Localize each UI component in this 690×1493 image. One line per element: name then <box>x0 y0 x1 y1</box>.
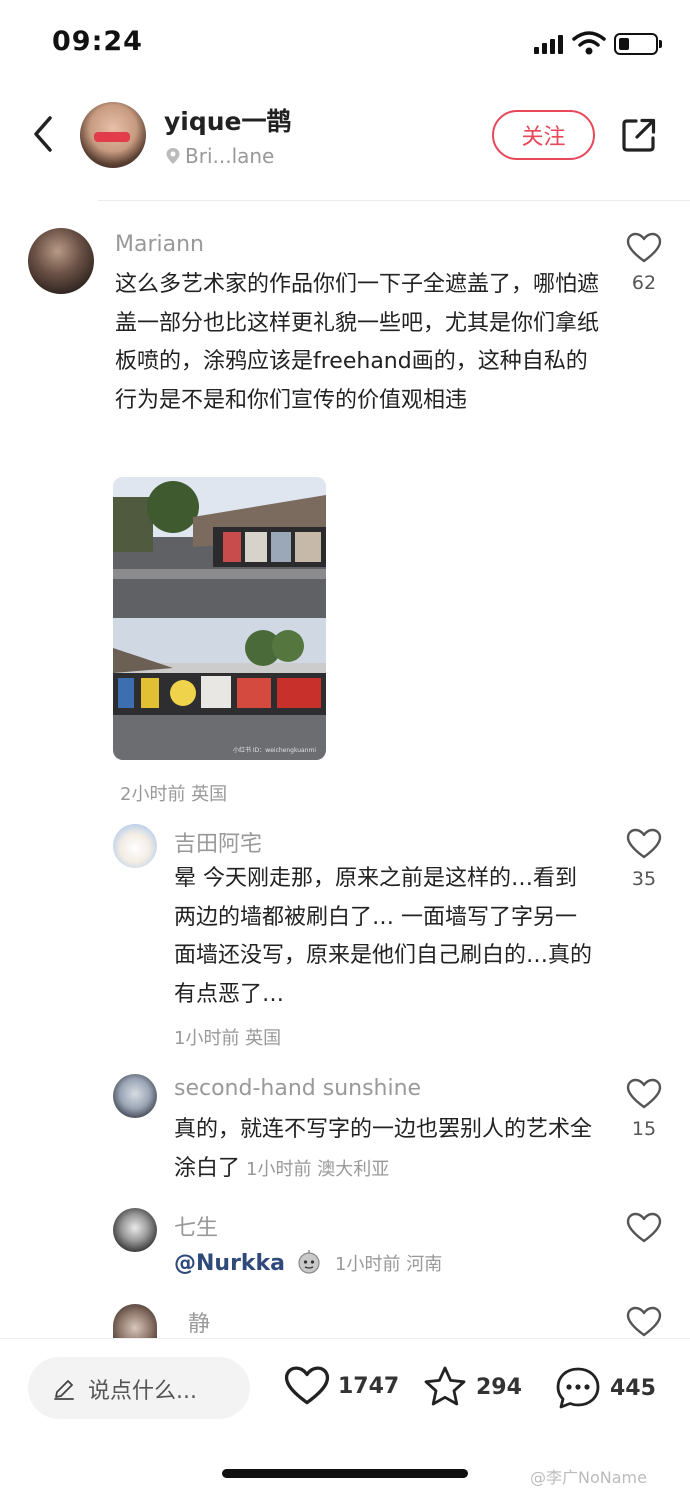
location-row: Bri...lane <box>165 144 274 168</box>
comment-meta: 2小时前 英国 <box>120 784 228 805</box>
heart-icon[interactable] <box>626 1078 662 1110</box>
street-photo-bottom <box>113 618 326 760</box>
bottom-action-bar: 说点什么... 1747 294 445 <box>0 1338 690 1438</box>
star-icon[interactable] <box>422 1365 468 1409</box>
comment-meta: 1小时前 澳大利亚 <box>246 1158 390 1180</box>
comment-input-placeholder: 说点什么... <box>88 1379 197 1404</box>
comment-count: 445 <box>610 1375 656 1401</box>
comment-bubble-icon[interactable] <box>554 1365 602 1411</box>
mention-link[interactable]: @Nurkka <box>174 1251 285 1276</box>
comment-like[interactable] <box>619 1306 669 1338</box>
commenter-name[interactable]: Mariann <box>115 232 204 257</box>
like-count: 15 <box>631 1118 657 1140</box>
sticker-icon <box>298 1250 320 1274</box>
post-header: yique一鹊 Bri...lane 关注 <box>0 90 690 200</box>
comment-action[interactable]: 445 <box>554 1365 656 1411</box>
comment-text: 这么多艺术家的作品你们一下子全遮盖了，哪怕遮盖一部分也比这样更礼貌一些吧，尤其是… <box>115 272 600 413</box>
heart-icon[interactable] <box>284 1365 330 1407</box>
share-icon[interactable] <box>620 116 658 154</box>
comment-like[interactable]: 35 <box>619 828 669 890</box>
comment-image[interactable]: 小红书 ID：weichengkuanmi <box>113 477 326 760</box>
favorite-count: 294 <box>476 1374 522 1400</box>
commenter-avatar[interactable] <box>113 1304 157 1338</box>
location-pin-icon <box>166 148 180 164</box>
commenter-name[interactable]: second-hand sunshine <box>174 1076 421 1101</box>
commenter-avatar[interactable] <box>113 824 157 868</box>
like-count: 35 <box>631 868 657 890</box>
favorite-action[interactable]: 294 <box>422 1365 522 1409</box>
cellular-signal-icon <box>534 34 564 54</box>
wifi-icon <box>572 31 606 55</box>
pencil-icon <box>54 1380 74 1400</box>
comment-meta: 1小时前 英国 <box>174 1028 282 1049</box>
commenter-avatar[interactable] <box>113 1074 157 1118</box>
like-action[interactable]: 1747 <box>284 1365 399 1407</box>
commenter-avatar[interactable] <box>28 228 94 294</box>
author-avatar[interactable] <box>80 102 146 168</box>
comment-like[interactable]: 15 <box>619 1078 669 1140</box>
header-divider <box>98 200 690 201</box>
home-indicator[interactable] <box>222 1469 468 1478</box>
commenter-name[interactable]: 静 <box>188 1306 210 1338</box>
comment-text: 真的，就连不写字的一边也罢别人的艺术全涂白了 1小时前 澳大利亚 <box>174 1111 594 1189</box>
heart-icon[interactable] <box>626 232 662 264</box>
author-name[interactable]: yique一鹊 <box>164 102 292 138</box>
weibo-watermark: @李广NoName <box>530 1468 647 1487</box>
comment-text: 晕 今天刚走那，原来之前是这样的…看到两边的墙都被刷白了… 一面墙写了字另一面墙… <box>174 866 593 1007</box>
follow-button[interactable]: 关注 <box>492 110 595 160</box>
location-text: Bri...lane <box>185 144 275 168</box>
heart-icon[interactable] <box>626 1212 662 1244</box>
comment-text: @Nurkka 1小时前 河南 <box>174 1245 594 1285</box>
status-time: 09:24 <box>52 26 143 57</box>
battery-icon <box>614 33 658 55</box>
street-photo-top <box>113 477 326 618</box>
like-count: 1747 <box>338 1373 400 1399</box>
back-arrow-icon[interactable] <box>28 114 58 154</box>
heart-icon[interactable] <box>626 1306 662 1338</box>
comment-input[interactable]: 说点什么... <box>28 1357 250 1419</box>
comment-meta: 1小时前 河南 <box>335 1254 443 1275</box>
image-watermark: 小红书 ID：weichengkuanmi <box>233 747 317 754</box>
like-count: 62 <box>631 272 657 294</box>
status-bar: 09:24 <box>0 0 690 90</box>
comment-like[interactable] <box>619 1212 669 1244</box>
heart-icon[interactable] <box>626 828 662 860</box>
commenter-name[interactable]: 七生 <box>174 1210 218 1242</box>
commenter-avatar[interactable] <box>113 1208 157 1252</box>
comment-like[interactable]: 62 <box>619 232 669 294</box>
commenter-name[interactable]: 吉田阿宅 <box>174 826 262 858</box>
